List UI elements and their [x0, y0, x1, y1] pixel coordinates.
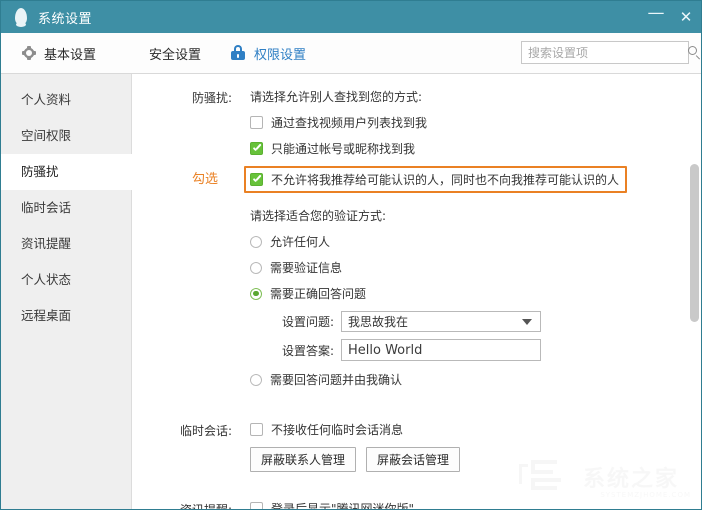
- tab-basic-settings-label: 基本设置: [44, 47, 97, 63]
- radio-need-correct-answer-label: 需要正确回答问题: [270, 287, 367, 301]
- section-anti-harassment: 防骚扰: 请选择允许别人查找到您的方式: 通过查找视频用户列表找到我 只能通过帐…: [132, 88, 701, 421]
- settings-content: 防骚扰: 请选择允许别人查找到您的方式: 通过查找视频用户列表找到我 只能通过帐…: [132, 74, 701, 510]
- sidebar: 个人资料 空间权限 防骚扰 临时会话 资讯提醒 个人状态 远程桌面: [1, 74, 132, 509]
- answer-label: 设置答案:: [281, 343, 334, 358]
- settings-panel: 防骚扰: 请选择允许别人查找到您的方式: 通过查找视频用户列表找到我 只能通过帐…: [132, 74, 701, 510]
- checkbox-find-by-video-list[interactable]: 通过查找视频用户列表找到我: [250, 114, 701, 131]
- toolbar: 基本设置 安全设置 权限设置: [1, 33, 701, 74]
- section-label-news-alert: 资讯提醒:: [179, 503, 232, 510]
- find-method-heading: 请选择允许别人查找到您的方式:: [250, 90, 423, 104]
- radio-allow-anyone-label: 允许任何人: [270, 235, 331, 249]
- qq-penguin-icon: [11, 7, 31, 27]
- section-label-anti-harassment: 防骚扰:: [191, 91, 232, 105]
- sidebar-item-personal-profile[interactable]: 个人资料: [1, 82, 131, 118]
- sidebar-item-anti-harassment[interactable]: 防骚扰: [1, 154, 132, 190]
- question-label: 设置问题:: [281, 315, 334, 329]
- scrollbar-thumb[interactable]: [690, 164, 699, 322]
- section-temp-session: 临时会话: 不接收任何临时会话消息 屏蔽联系人管理 屏蔽会话管理: [132, 421, 701, 500]
- checkbox-icon[interactable]: [250, 116, 263, 129]
- section-label-temp-session: 临时会话:: [179, 424, 232, 438]
- sidebar-item-temp-session[interactable]: 临时会话: [1, 190, 131, 226]
- chevron-down-icon[interactable]: [522, 318, 532, 325]
- checkbox-no-recommendation-wrap: 勾选 不允许将我推荐给可能认识的人，同时也不向我推荐可能认识的人: [192, 166, 701, 193]
- search-box[interactable]: [521, 41, 697, 64]
- tab-permission-settings-label: 权限设置: [254, 47, 307, 63]
- close-button[interactable]: ✕: [671, 1, 701, 33]
- checkbox-checked-icon[interactable]: [250, 142, 263, 155]
- radio-selected-icon[interactable]: [250, 287, 262, 300]
- radio-need-verify-message-label: 需要验证信息: [270, 261, 343, 275]
- window-controls: — ✕: [641, 1, 701, 33]
- checkbox-checked-icon[interactable]: [250, 173, 263, 186]
- checkbox-reject-temp-messages[interactable]: 不接收任何临时会话消息: [250, 421, 701, 438]
- sidebar-item-remote-desktop[interactable]: 远程桌面: [1, 298, 131, 334]
- section-body-anti-harassment: 请选择允许别人查找到您的方式: 通过查找视频用户列表找到我 只能通过帐号或昵称找…: [192, 88, 701, 421]
- sidebar-item-personal-status[interactable]: 个人状态: [1, 262, 131, 298]
- checkbox-show-tencent-mini-label: 登录后显示"腾讯网迷你版": [271, 502, 415, 510]
- section-body-temp-session: 不接收任何临时会话消息 屏蔽联系人管理 屏蔽会话管理: [250, 421, 701, 500]
- lock-icon: [231, 45, 247, 61]
- tab-security-settings-label: 安全设置: [149, 47, 202, 63]
- verify-method-heading: 请选择适合您的验证方式:: [250, 209, 387, 223]
- checkbox-reject-temp-messages-label: 不接收任何临时会话消息: [271, 423, 404, 437]
- search-icon[interactable]: [684, 42, 697, 63]
- section-news-alert: 资讯提醒: 登录后显示"腾讯网迷你版": [132, 500, 701, 510]
- checkbox-find-by-account-only[interactable]: 只能通过帐号或昵称找到我: [250, 140, 701, 157]
- checkbox-icon[interactable]: [250, 502, 263, 509]
- tab-security-settings[interactable]: 安全设置: [114, 33, 211, 73]
- answer-row: 设置答案:: [272, 339, 701, 361]
- checkbox-find-by-account-only-label: 只能通过帐号或昵称找到我: [271, 142, 416, 156]
- blocked-sessions-button[interactable]: 屏蔽会话管理: [366, 447, 461, 472]
- answer-input[interactable]: [341, 339, 541, 361]
- sidebar-item-space-permission[interactable]: 空间权限: [1, 118, 131, 154]
- radio-need-correct-answer[interactable]: 需要正确回答问题: [250, 285, 701, 302]
- section-body-news-alert: 登录后显示"腾讯网迷你版": [250, 500, 701, 510]
- blocked-contacts-button[interactable]: 屏蔽联系人管理: [250, 447, 357, 472]
- question-dropdown-value: 我思故我在: [348, 315, 409, 329]
- window-title: 系统设置: [38, 11, 93, 27]
- temp-session-buttons: 屏蔽联系人管理 屏蔽会话管理: [250, 447, 701, 472]
- sidebar-item-news-alert[interactable]: 资讯提醒: [1, 226, 131, 262]
- checkbox-find-by-video-list-label: 通过查找视频用户列表找到我: [271, 116, 428, 130]
- search-input[interactable]: [522, 42, 684, 63]
- minimize-button[interactable]: —: [641, 1, 671, 37]
- settings-window: 系统设置 — ✕ 基本设置 安全设置 权限设置 个人资料 空间权限 防: [0, 0, 702, 510]
- question-answer-group: 设置问题: 我思故我在 设置答案:: [272, 311, 701, 361]
- tab-basic-settings[interactable]: 基本设置: [9, 33, 106, 73]
- radio-need-verify-message[interactable]: 需要验证信息: [250, 259, 701, 276]
- checkbox-no-recommendation-label: 不允许将我推荐给可能认识的人，同时也不向我推荐可能认识的人: [271, 173, 620, 187]
- radio-icon[interactable]: [250, 261, 262, 274]
- radio-answer-and-confirm[interactable]: 需要回答问题并由我确认: [250, 371, 701, 388]
- radio-icon[interactable]: [250, 235, 262, 248]
- radio-answer-and-confirm-label: 需要回答问题并由我确认: [270, 373, 403, 387]
- content-scrollbar[interactable]: [690, 76, 699, 509]
- title-bar: 系统设置 — ✕: [1, 1, 701, 33]
- checkbox-icon[interactable]: [250, 423, 263, 436]
- checkbox-show-tencent-mini[interactable]: 登录后显示"腾讯网迷你版": [250, 500, 701, 510]
- annotation-check-this: 勾选: [192, 172, 219, 187]
- checkbox-no-recommendation[interactable]: 不允许将我推荐给可能认识的人，同时也不向我推荐可能认识的人: [244, 166, 628, 193]
- question-row: 设置问题: 我思故我在: [272, 311, 701, 332]
- tab-permission-settings[interactable]: 权限设置: [219, 33, 316, 73]
- window-body: 个人资料 空间权限 防骚扰 临时会话 资讯提醒 个人状态 远程桌面 防骚扰: 请…: [1, 74, 701, 510]
- gear-icon: [21, 45, 37, 61]
- radio-icon[interactable]: [250, 373, 262, 386]
- shield-icon: [126, 45, 142, 61]
- radio-allow-anyone[interactable]: 允许任何人: [250, 233, 701, 250]
- question-dropdown[interactable]: 我思故我在: [341, 311, 541, 332]
